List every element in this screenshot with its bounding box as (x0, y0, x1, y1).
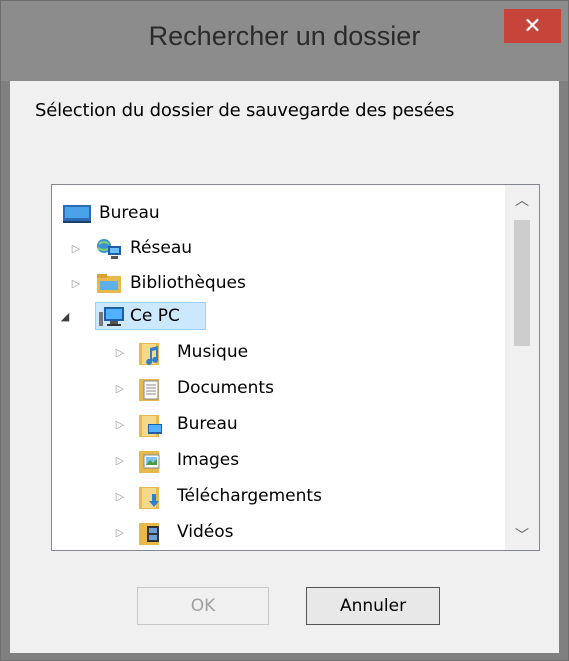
tree-item-ce-pc[interactable]: ◢ Ce PC (52, 302, 502, 332)
desktop-folder-icon (138, 414, 164, 437)
tree-item-label: Musique (177, 342, 249, 362)
tree-item-bureau[interactable]: ▷ Bureau (52, 410, 502, 440)
folder-tree[interactable]: Bureau ▷ Réseau ▷ Bibliothèques ◢ Ce PC … (51, 184, 540, 551)
desktop-icon (63, 205, 91, 227)
vertical-scrollbar[interactable]: ︿ ﹀ (505, 185, 539, 550)
expand-arrow-icon[interactable]: ▷ (114, 346, 126, 359)
close-button[interactable]: ✕ (504, 9, 561, 43)
documents-folder-icon (138, 378, 164, 401)
folder-browser-dialog: Rechercher un dossier ✕ Sélection du dos… (0, 0, 569, 661)
tree-item-label: Réseau (130, 238, 193, 258)
tree-item-label: Téléchargements (177, 486, 322, 506)
tree-item-bibliotheques[interactable]: ▷ Bibliothèques (52, 269, 502, 299)
expand-arrow-icon[interactable]: ▷ (114, 454, 126, 467)
tree-item-images[interactable]: ▷ Images (52, 446, 502, 476)
tree-item-documents[interactable]: ▷ Documents (52, 374, 502, 404)
expand-arrow-icon[interactable]: ▷ (114, 418, 126, 431)
network-icon (96, 238, 122, 260)
music-folder-icon (138, 342, 164, 365)
tree-item-label: Ce PC (130, 306, 180, 326)
tree-item-label: Documents (177, 378, 274, 398)
collapse-arrow-icon[interactable]: ◢ (59, 310, 71, 323)
tree-item-reseau[interactable]: ▷ Réseau (52, 234, 502, 264)
computer-icon (98, 306, 124, 328)
expand-arrow-icon[interactable]: ▷ (70, 242, 82, 255)
tree-item-label: Vidéos (177, 522, 234, 542)
expand-arrow-icon[interactable]: ▷ (70, 277, 82, 290)
title-bar[interactable]: Rechercher un dossier ✕ (1, 1, 568, 81)
instruction-text: Sélection du dossier de sauvegarde des p… (35, 100, 455, 121)
scroll-thumb[interactable] (514, 220, 530, 346)
tree-item-label: Bureau (99, 203, 160, 223)
cancel-button[interactable]: Annuler (306, 587, 440, 625)
tree-item-label: Bureau (177, 414, 238, 434)
scroll-up-icon[interactable]: ︿ (505, 185, 539, 215)
tree-item-musique[interactable]: ▷ Musique (52, 338, 502, 368)
expand-arrow-icon[interactable]: ▷ (114, 526, 126, 539)
expand-arrow-icon[interactable]: ▷ (114, 490, 126, 503)
ok-button[interactable]: OK (137, 587, 269, 625)
downloads-folder-icon (138, 486, 164, 509)
tree-item-telechargements[interactable]: ▷ Téléchargements (52, 482, 502, 512)
tree-item-label: Images (177, 450, 240, 470)
scroll-down-icon[interactable]: ﹀ (505, 520, 539, 550)
pictures-folder-icon (138, 450, 164, 473)
expand-arrow-icon[interactable]: ▷ (114, 382, 126, 395)
videos-folder-icon (138, 522, 164, 545)
dialog-body: Sélection du dossier de sauvegarde des p… (10, 81, 559, 653)
tree-item-bureau-root[interactable]: Bureau (52, 199, 502, 229)
tree-item-videos[interactable]: ▷ Vidéos (52, 518, 502, 548)
libraries-icon (96, 273, 122, 295)
window-title: Rechercher un dossier (148, 21, 421, 51)
tree-item-label: Bibliothèques (130, 273, 246, 293)
